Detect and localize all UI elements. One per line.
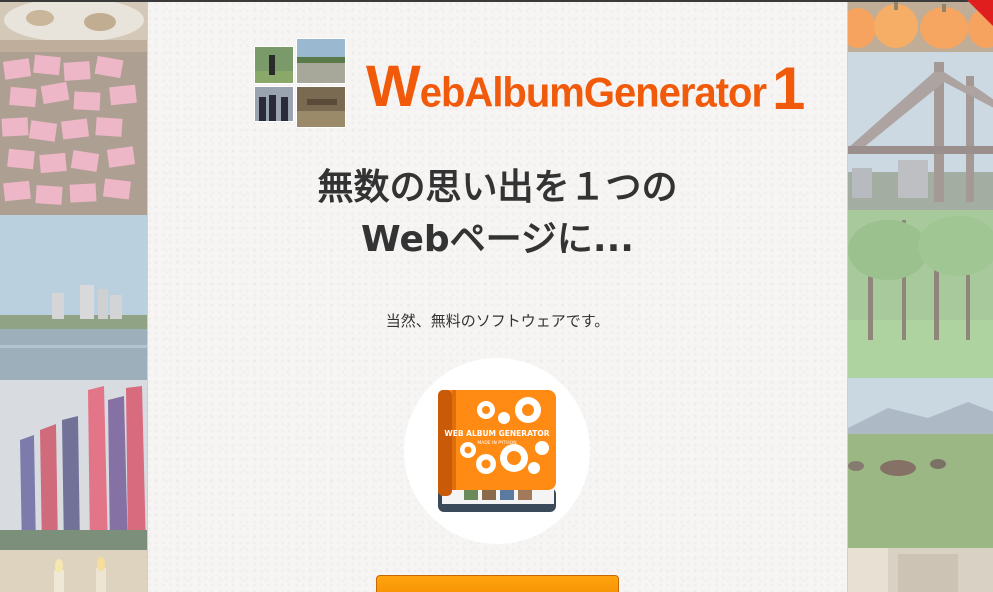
logo-tile-4 [296, 86, 346, 128]
window-top-border [0, 0, 993, 2]
photo-candle [0, 550, 147, 592]
gears-book-icon: WEB ALBUM GENERATOR MADE IN PYTHON [438, 390, 556, 512]
photo-ema-plaques [0, 52, 147, 215]
right-photo-strip [847, 0, 993, 592]
photo-food-plate [0, 0, 147, 52]
logo-tile-2 [296, 38, 346, 84]
photo-city-waterfront [0, 215, 147, 380]
photo-festival-banners [0, 380, 147, 550]
page-headline: 無数の思い出を１つの Webページに... [148, 162, 847, 266]
left-photo-strip [0, 0, 148, 592]
app-icon-title: WEB ALBUM GENERATOR [444, 429, 549, 438]
photo-sign [848, 548, 993, 592]
logo-tile-3 [254, 86, 294, 122]
photo-forest [848, 210, 993, 378]
download-button[interactable] [376, 575, 619, 592]
app-icon-subtitle: MADE IN PYTHON [477, 440, 516, 446]
app-icon-badge: WEB ALBUM GENERATOR MADE IN PYTHON [404, 358, 590, 544]
logo-version: 1 [772, 55, 805, 122]
app-logo-text: W ebAlbumGenerator 1 [366, 42, 805, 122]
logo-name: ebAlbumGenerator [419, 69, 767, 117]
corner-ribbon[interactable] [967, 0, 993, 26]
photo-bridge [848, 52, 993, 210]
headline-line-2: Webページに... [361, 219, 634, 260]
headline-line-1: 無数の思い出を１つの [317, 167, 678, 208]
logo-tile-1 [254, 46, 294, 84]
photo-cattle-pasture [848, 378, 993, 548]
main-panel: W ebAlbumGenerator 1 無数の思い出を１つの Webページに.… [148, 2, 847, 592]
free-software-note: 当然、無料のソフトウェアです。 [385, 312, 610, 330]
photo-tiles-icon [254, 36, 346, 128]
logo-initial: W [366, 54, 421, 119]
